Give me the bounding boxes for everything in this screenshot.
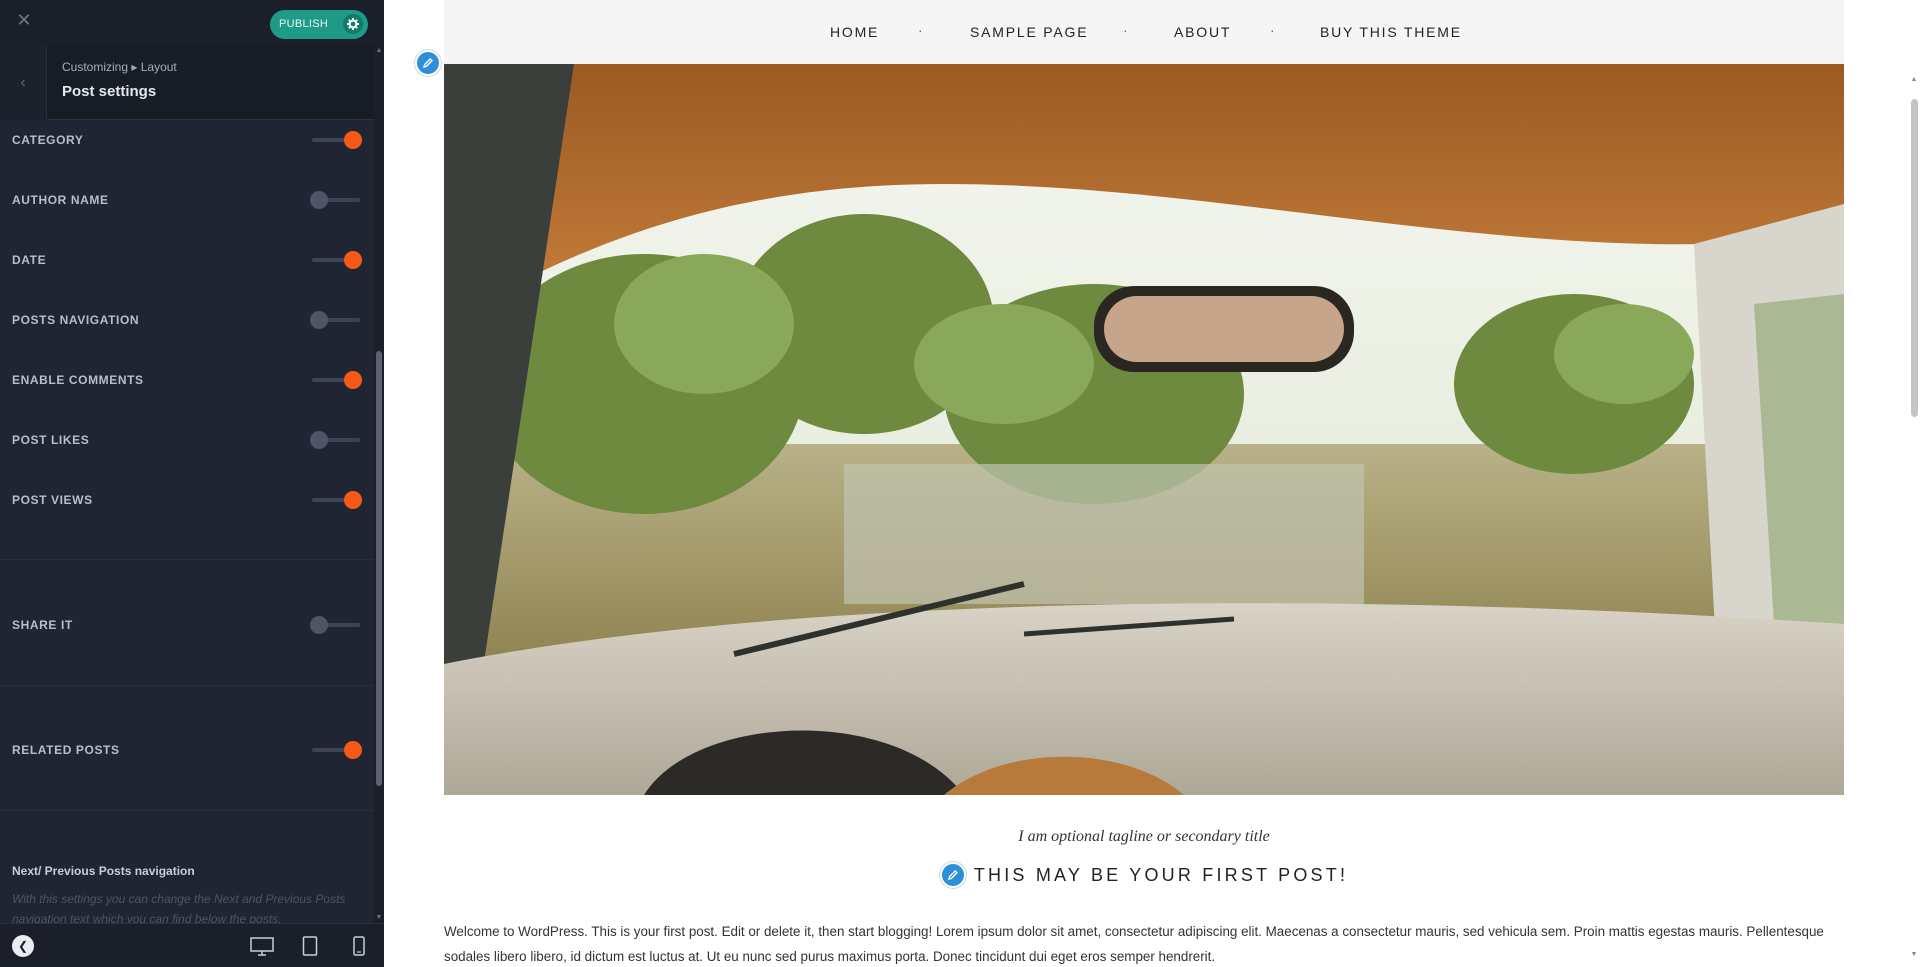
- divider: [0, 810, 374, 811]
- share-it-toggle[interactable]: [310, 616, 362, 634]
- option-related-posts: RELATED POSTS: [12, 738, 362, 762]
- option-author-name: AUTHOR NAME: [12, 188, 362, 212]
- category-toggle[interactable]: [310, 131, 362, 149]
- post-excerpt: Welcome to WordPress. This is your first…: [444, 924, 1824, 964]
- sidebar-scrollbar-thumb[interactable]: [376, 351, 382, 786]
- preview-scrollbar[interactable]: [1908, 84, 1920, 967]
- option-post-likes: POST LIKES: [12, 428, 362, 452]
- section-header: ‹ Customizing ▸ Layout Post settings: [0, 46, 374, 120]
- close-icon[interactable]: ✕: [14, 10, 34, 30]
- preview-scrollbar-thumb[interactable]: [1911, 99, 1918, 417]
- customizer-footer: ❮: [0, 923, 384, 967]
- back-button[interactable]: ‹: [0, 46, 47, 120]
- edit-pencil-icon[interactable]: [415, 50, 441, 76]
- nav-description-title: Next/ Previous Posts navigation: [12, 864, 195, 878]
- post-views-toggle[interactable]: [310, 491, 362, 509]
- related-posts-toggle[interactable]: [310, 741, 362, 759]
- publish-label: PUBLISH: [279, 18, 329, 30]
- option-label: DATE: [12, 253, 47, 267]
- author-name-toggle[interactable]: [310, 191, 362, 209]
- nav-separator: ·: [1123, 22, 1128, 38]
- featured-image: [444, 64, 1844, 795]
- option-label: CATEGORY: [12, 133, 84, 147]
- car-interior-photo: [444, 64, 1844, 795]
- divider: [0, 559, 374, 560]
- customizer-topbar: ✕ PUBLISH: [0, 0, 384, 46]
- option-label: RELATED POSTS: [12, 743, 120, 757]
- post-title[interactable]: THIS MAY BE YOUR FIRST POST!: [966, 865, 1348, 886]
- nav-item-buy-this-theme[interactable]: BUY THIS THEME: [1320, 24, 1462, 40]
- nav-item-home[interactable]: HOME: [830, 24, 879, 40]
- nav-separator: ·: [918, 22, 923, 38]
- enable-comments-toggle[interactable]: [310, 371, 362, 389]
- option-share-it: SHARE IT: [12, 613, 362, 637]
- option-label: ENABLE COMMENTS: [12, 373, 144, 387]
- option-label: POST VIEWS: [12, 493, 93, 507]
- main-navigation: HOME · SAMPLE PAGE · ABOUT · BUY THIS TH…: [444, 0, 1844, 64]
- post-tagline: I am optional tagline or secondary title: [1018, 828, 1270, 845]
- breadcrumb: Customizing ▸ Layout: [62, 60, 177, 74]
- scroll-down-icon[interactable]: ▼: [1908, 951, 1920, 961]
- edit-pencil-icon[interactable]: [939, 862, 966, 888]
- chevron-left-icon[interactable]: ❮: [12, 935, 34, 957]
- sidebar-scrollbar[interactable]: ▲ ▼: [374, 46, 384, 923]
- nav-item-about[interactable]: ABOUT: [1174, 24, 1231, 40]
- post-likes-toggle[interactable]: [310, 431, 362, 449]
- nav-item-sample-page[interactable]: SAMPLE PAGE: [970, 24, 1088, 40]
- option-label: POSTS NAVIGATION: [12, 313, 140, 327]
- option-post-views: POST VIEWS: [12, 488, 362, 512]
- nav-description: With this settings you can change the Ne…: [12, 892, 346, 925]
- date-toggle[interactable]: [310, 251, 362, 269]
- post-title-row: THIS MAY BE YOUR FIRST POST!: [444, 862, 1844, 890]
- desktop-icon[interactable]: [250, 935, 274, 957]
- tablet-icon[interactable]: [302, 935, 318, 957]
- scroll-up-icon[interactable]: ▲: [374, 46, 384, 56]
- option-label: SHARE IT: [12, 618, 73, 632]
- option-enable-comments: ENABLE COMMENTS: [12, 368, 362, 392]
- nav-separator: ·: [1270, 22, 1275, 38]
- customizer-sidebar: ✕ PUBLISH ‹ Customizing ▸ Layout Post se…: [0, 0, 384, 967]
- gear-icon[interactable]: [343, 14, 363, 34]
- posts-navigation-toggle[interactable]: [310, 311, 362, 329]
- scroll-down-icon[interactable]: ▼: [374, 913, 384, 923]
- divider: [0, 685, 374, 686]
- option-label: POST LIKES: [12, 433, 90, 447]
- section-title: Post settings: [62, 83, 157, 100]
- publish-button[interactable]: PUBLISH: [270, 10, 368, 39]
- option-posts-navigation: POSTS NAVIGATION: [12, 308, 362, 332]
- option-date: DATE: [12, 248, 362, 272]
- option-category: CATEGORY: [12, 128, 362, 152]
- site-preview: HOME · SAMPLE PAGE · ABOUT · BUY THIS TH…: [384, 0, 1920, 967]
- mobile-icon[interactable]: [352, 935, 366, 957]
- option-label: AUTHOR NAME: [12, 193, 109, 207]
